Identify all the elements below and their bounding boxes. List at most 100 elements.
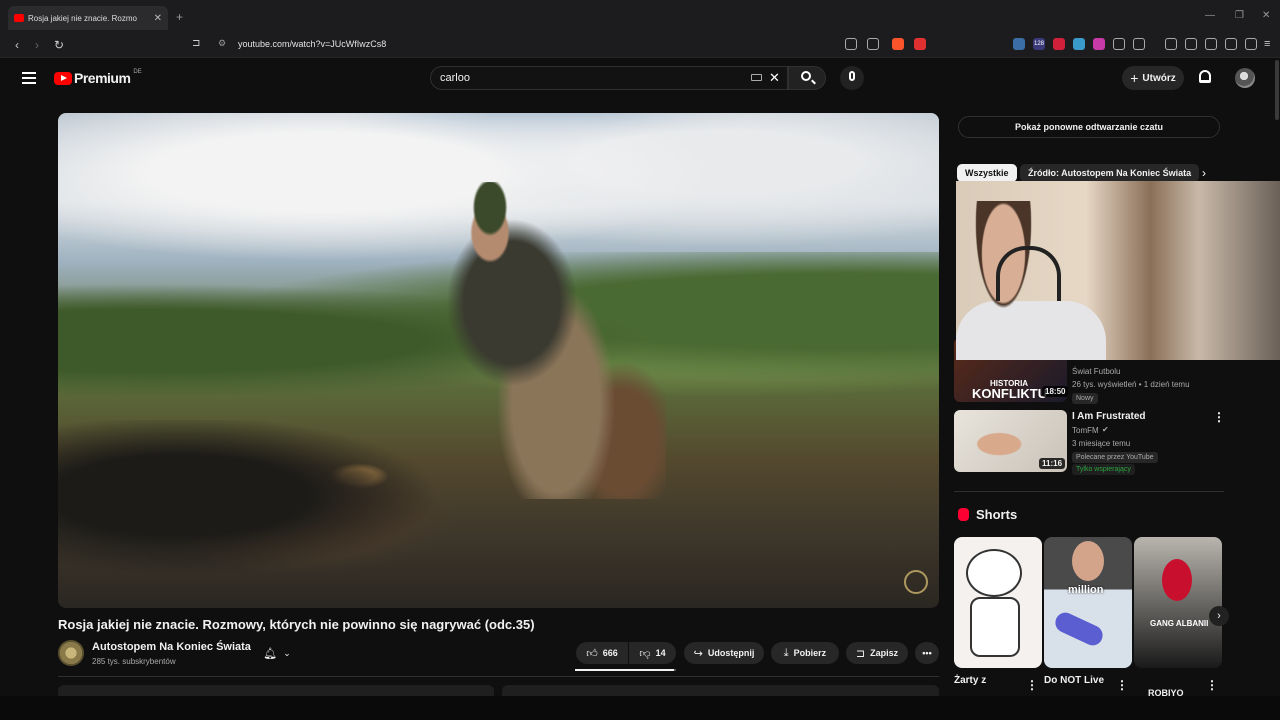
create-button[interactable]: + Utwórz [1122, 66, 1184, 90]
keyboard-icon[interactable] [751, 74, 762, 81]
video-duration: 18:50 [1042, 386, 1069, 397]
maximize-icon[interactable]: ❐ [1235, 10, 1244, 21]
video-player[interactable] [58, 113, 939, 608]
more-vertical-icon[interactable]: ⋮ [1026, 678, 1038, 692]
hamburger-menu-icon[interactable] [22, 72, 36, 84]
save-label: Zapisz [870, 648, 899, 658]
new-badge: Nowy [1072, 393, 1098, 404]
short-thumbnail[interactable] [954, 537, 1042, 668]
short-thumbnail[interactable]: GANG ALBANII [1134, 537, 1222, 668]
rewards-icon[interactable] [914, 38, 926, 50]
extensions-puzzle-icon[interactable] [1113, 38, 1125, 50]
recommendation-channel[interactable]: Świat Futbolu [1072, 367, 1120, 376]
shorts-icon [958, 508, 969, 521]
recommendation-meta: 26 tys. wyświetleń • 1 dzień temu [1072, 380, 1190, 389]
headset-icon [996, 246, 1061, 301]
extension-icon[interactable] [1013, 38, 1025, 50]
more-vertical-icon[interactable]: ⋮ [1213, 410, 1225, 424]
reload-icon[interactable]: ↻ [54, 38, 64, 52]
new-tab-icon[interactable]: + [176, 10, 183, 24]
create-label: Utwórz [1142, 72, 1176, 84]
channel-name[interactable]: Autostopem Na Koniec Świata [92, 641, 251, 653]
chip-source-channel[interactable]: Źródło: Autostopem Na Koniec Świata [1020, 164, 1200, 182]
dislike-button[interactable]: 👎︎ 14 [629, 642, 676, 664]
sidebar-toggle-icon[interactable] [1185, 38, 1197, 50]
search-input[interactable]: carloo [440, 72, 470, 84]
download-button[interactable]: ⤓ Pobierz [771, 642, 839, 664]
recommendation-channel[interactable]: TomFM [1072, 426, 1099, 435]
extension-icon[interactable] [1133, 38, 1145, 50]
wallet-icon[interactable] [1205, 38, 1217, 50]
recommendation-meta: 3 miesiące temu [1072, 439, 1131, 448]
like-ratio-fill [575, 669, 674, 671]
share-label: Udostępnij [707, 648, 755, 658]
leo-icon[interactable] [1225, 38, 1237, 50]
short-title[interactable]: Do NOT Live [1044, 675, 1104, 686]
more-actions-button[interactable]: ••• [915, 642, 939, 664]
url-field[interactable]: youtube.com/watch?v=JUcWfIwzCs8 [238, 39, 386, 49]
video-title: Rosja jakiej nie znacie. Rozmowy, któryc… [58, 617, 535, 632]
subscription-notifications-button[interactable]: 🔔︎ ⌄ [254, 642, 300, 664]
webcam-overlay [956, 181, 1280, 360]
extension-icon[interactable] [1093, 38, 1105, 50]
video-duration: 11:16 [1039, 458, 1066, 469]
save-button[interactable]: ⊐ Zapisz [846, 642, 908, 664]
short-overlay-text: million [1068, 584, 1104, 596]
members-only-badge: Tylko wspierający [1072, 464, 1135, 475]
extension-badge[interactable]: 128 [1033, 38, 1045, 50]
minimize-icon[interactable]: — [1205, 10, 1215, 21]
notifications-bell-icon[interactable] [1199, 70, 1211, 83]
window-close-icon[interactable]: ✕ [1262, 10, 1270, 21]
search-box[interactable] [430, 66, 788, 90]
page-scrollbar[interactable] [1275, 60, 1279, 120]
cast-icon[interactable] [845, 38, 857, 50]
more-vertical-icon[interactable]: ⋮ [1116, 678, 1128, 692]
media-icon[interactable] [1165, 38, 1177, 50]
channel-avatar[interactable] [58, 640, 84, 666]
extension-icon[interactable] [1073, 38, 1085, 50]
more-vertical-icon[interactable]: ⋮ [1206, 678, 1218, 692]
microphone-icon[interactable] [849, 71, 855, 81]
logo-text: Premium [74, 70, 131, 86]
vpn-icon[interactable] [1245, 38, 1257, 50]
chip-all[interactable]: Wszystkie [957, 164, 1017, 182]
short-thumbnail[interactable]: million [1044, 537, 1132, 668]
video-frame-person [445, 182, 666, 500]
shorts-next-arrow-icon[interactable]: › [1209, 606, 1229, 626]
country-code: DE [133, 69, 142, 75]
browser-menu-icon[interactable]: ≡ [1264, 38, 1270, 50]
more-horizontal-icon: ••• [922, 648, 932, 658]
show-chat-replay-button[interactable]: Pokaż ponowne odtwarzanie czatu [958, 116, 1220, 138]
recommendation-title[interactable]: I Am Frustrated [1072, 411, 1146, 422]
taskbar-strip [0, 696, 1280, 720]
close-tab-icon[interactable]: ✕ [154, 13, 162, 24]
channel-watermark-icon[interactable] [904, 570, 928, 594]
extension-icon[interactable] [1053, 38, 1065, 50]
brave-shield-icon[interactable] [892, 38, 904, 50]
thumbs-up-icon: 👍︎ [586, 647, 598, 660]
account-avatar[interactable] [1235, 68, 1255, 88]
share-button[interactable]: ↪ Udostępnij [684, 642, 764, 664]
search-icon[interactable] [801, 71, 811, 81]
clear-search-icon[interactable]: ✕ [769, 70, 780, 86]
mask-icon [1162, 559, 1192, 601]
short-overlay-text: GANG ALBANII [1150, 619, 1209, 628]
map-arrow-icon [1052, 609, 1106, 649]
recommended-badge: Polecane przez YouTube [1072, 452, 1158, 463]
cartoon-body-icon [970, 597, 1020, 657]
like-ratio-bar [575, 669, 676, 671]
plus-icon: + [1130, 70, 1139, 86]
site-info-icon[interactable]: ⚙ [218, 38, 226, 49]
like-button[interactable]: 👍︎ 666 [576, 642, 628, 664]
divider [954, 491, 1224, 492]
forward-icon[interactable]: › [35, 38, 39, 52]
thumbnail-text: KONFLIKTU [972, 386, 1048, 401]
browser-tab[interactable]: Rosja jakiej nie znacie. Rozmo ✕ [8, 6, 168, 30]
short-title[interactable]: Żarty z [954, 675, 986, 686]
youtube-premium-logo[interactable]: Premium DE [54, 69, 142, 86]
back-icon[interactable]: ‹ [15, 38, 19, 52]
share-page-icon[interactable] [867, 38, 879, 50]
cartoon-face-icon [966, 549, 1022, 597]
bookmark-icon[interactable]: ⊐ [192, 38, 200, 49]
chevron-right-icon[interactable]: › [1202, 166, 1206, 180]
